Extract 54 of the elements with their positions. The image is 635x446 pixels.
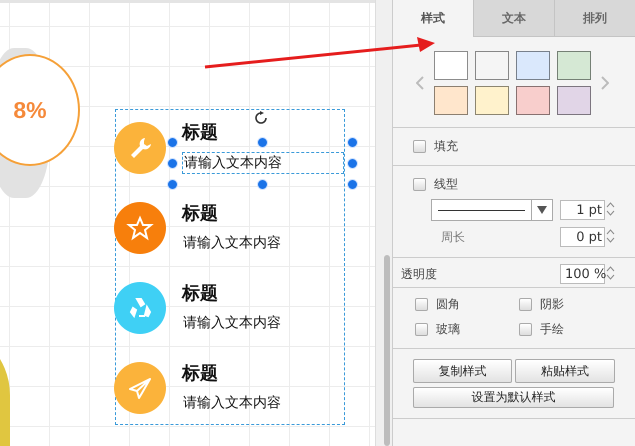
checkbox-label: 圆角 [436, 296, 460, 313]
checkbox-label: 填充 [434, 138, 458, 155]
selected-text-box[interactable]: 请输入文本内容 [182, 152, 344, 174]
checkbox-label: 阴影 [540, 296, 564, 313]
resize-handle[interactable] [347, 136, 358, 148]
checkbox-label: 线型 [434, 176, 458, 193]
color-swatch[interactable] [556, 51, 591, 80]
item-text: 请输入文本内容 [182, 234, 282, 253]
checkbox[interactable] [414, 323, 428, 336]
checkbox[interactable] [518, 298, 532, 311]
caret-icon [536, 206, 547, 214]
item-title: 标题 [182, 283, 218, 305]
field-label: 周长 [440, 228, 465, 246]
default-style-button[interactable]: 设置为默认样式 [412, 387, 614, 408]
number-field[interactable]: 100 % [560, 264, 605, 284]
item-text: 请输入文本内容 [182, 314, 282, 333]
resize-handle[interactable] [167, 158, 178, 169]
color-swatch[interactable] [556, 86, 591, 115]
color-swatch[interactable] [434, 86, 468, 115]
resize-handle[interactable] [347, 178, 358, 190]
rotate-handle-icon[interactable] [254, 110, 268, 124]
chevron-right-icon[interactable] [600, 76, 609, 90]
item-title: 标题 [182, 203, 218, 225]
checkbox-label: 玻璃 [436, 321, 460, 338]
number-field[interactable]: 0 pt [560, 227, 605, 247]
color-swatch[interactable] [516, 86, 550, 115]
checkbox[interactable] [412, 140, 426, 153]
line-style-dropdown[interactable] [430, 199, 553, 221]
checkbox[interactable] [518, 323, 532, 336]
chevron-left-icon[interactable] [416, 76, 424, 90]
item-text: 请输入文本内容 [182, 394, 282, 413]
panel-tab[interactable]: 排列 [554, 0, 635, 37]
style-button[interactable]: 复制样式 [412, 359, 512, 383]
percent-label: 8% [13, 96, 47, 124]
color-swatch[interactable] [434, 51, 468, 80]
color-swatch[interactable] [474, 86, 509, 115]
checkbox-label: 手绘 [540, 321, 564, 338]
number-field[interactable]: 1 pt [560, 200, 605, 220]
resize-handle[interactable] [257, 178, 268, 190]
color-swatch[interactable] [516, 51, 550, 80]
scrollbar-thumb[interactable] [384, 255, 390, 446]
panel-tab[interactable]: 文本 [472, 0, 554, 37]
resize-handle[interactable] [257, 136, 268, 148]
checkbox[interactable] [414, 298, 428, 311]
field-label: 透明度 [400, 266, 437, 282]
resize-handle[interactable] [167, 136, 178, 148]
star-icon [125, 213, 155, 243]
style-button[interactable]: 粘贴样式 [515, 359, 616, 383]
resize-handle[interactable] [167, 178, 178, 190]
item-title: 标题 [182, 363, 218, 385]
color-swatch[interactable] [474, 51, 509, 80]
checkbox[interactable] [412, 178, 426, 191]
item-title: 标题 [182, 122, 218, 144]
resize-handle[interactable] [347, 158, 358, 169]
